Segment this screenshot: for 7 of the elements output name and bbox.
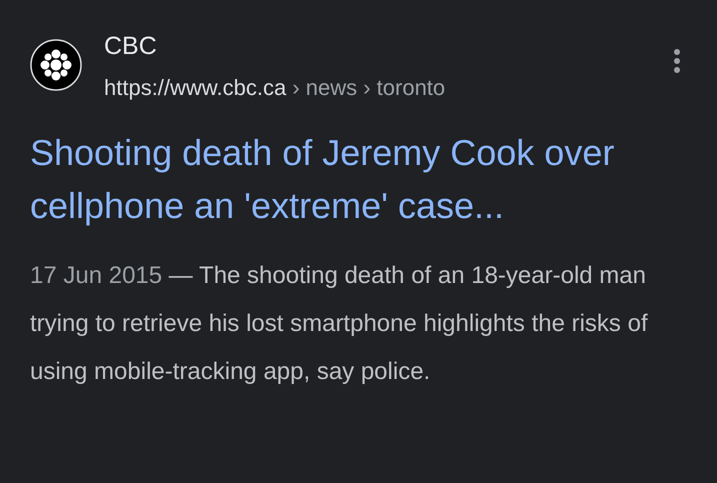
url-breadcrumb: › news › toronto	[292, 75, 446, 100]
site-name: CBC	[104, 31, 158, 62]
site-logo-icon	[30, 39, 82, 91]
result-title-link[interactable]: Shooting death of Jeremy Cook over cellphone an 'extreme' case...	[30, 126, 640, 232]
more-options-icon[interactable]	[673, 48, 681, 74]
url-domain[interactable]: https://www.cbc.ca	[104, 75, 286, 100]
snippet-text: 17 Jun 2015 — The shooting death of an 18-year-old man trying to retrieve his lost smartphone highlights the risks of using mobile-tracking app, say police.	[30, 261, 649, 387]
